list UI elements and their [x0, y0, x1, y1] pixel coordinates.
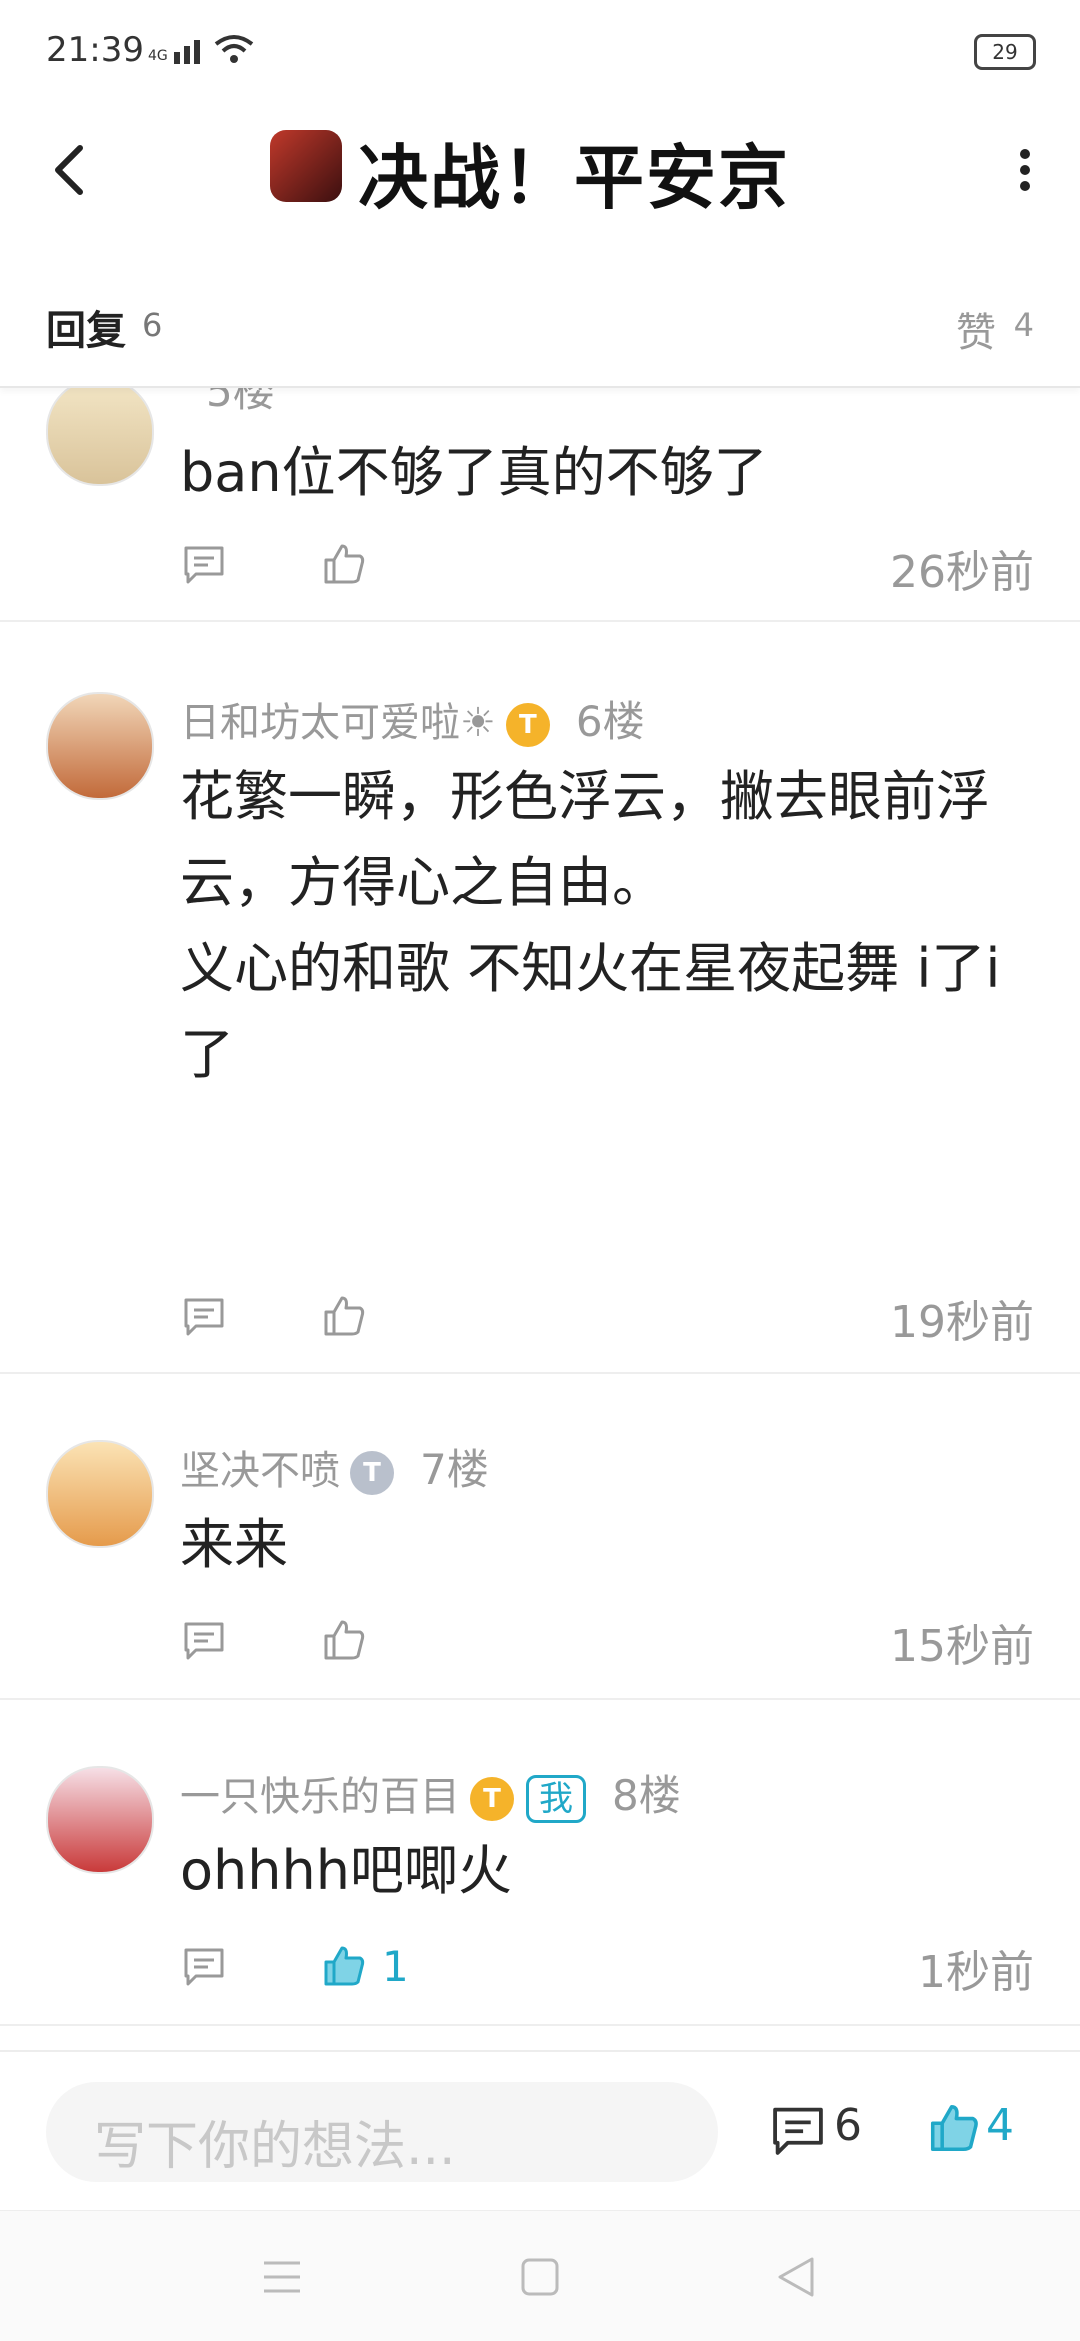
floor-number: 7楼 — [420, 1445, 489, 1494]
signal-icon: 4G — [148, 34, 254, 64]
level-badge: T — [505, 703, 550, 747]
like-button[interactable] — [322, 540, 366, 588]
comment-time: 19秒前 — [890, 1297, 1034, 1348]
more-icon[interactable] — [1010, 140, 1040, 200]
nav-menu-icon[interactable] — [262, 2259, 302, 2295]
game-icon — [270, 130, 342, 202]
comment-icon[interactable] — [182, 542, 226, 586]
back-icon[interactable] — [40, 140, 100, 200]
like-count: 1 — [382, 1941, 409, 1991]
system-nav-bar — [0, 2210, 1080, 2341]
nav-home-icon[interactable] — [520, 2257, 560, 2297]
comment-header: 一只快乐的百目 T 我 8楼 — [180, 1762, 681, 1823]
total-like-count: 4 — [986, 2100, 1014, 2151]
comment-icon[interactable] — [182, 1618, 226, 1662]
thumb-up-icon[interactable] — [928, 2102, 980, 2154]
comment-item: 坚决不喷 T 7楼 来来 15秒前 — [0, 1372, 1080, 1700]
comment-time: 15秒前 — [890, 1621, 1034, 1672]
avatar[interactable] — [46, 692, 154, 800]
wifi-icon — [214, 35, 253, 63]
like-button[interactable] — [322, 1616, 366, 1664]
app-header: 决战！平安京 — [0, 100, 1080, 252]
replies-label[interactable]: 回复 — [46, 298, 126, 356]
replies-count: 6 — [142, 306, 163, 344]
comment-body: 花繁一瞬，形色浮云，撇去眼前浮云，方得心之自由。 义心的和歌 不知火在星夜起舞 … — [180, 765, 1001, 1086]
page-title: 决战！平安京 — [358, 137, 790, 219]
floor-number: 6楼 — [575, 697, 645, 746]
comment-body: ban位不够了真的不够了 — [180, 441, 768, 504]
likes-count: 4 — [1013, 306, 1034, 344]
reply-input[interactable]: 写下你的想法... — [46, 2082, 718, 2182]
avatar[interactable] — [46, 1440, 154, 1548]
reply-input-placeholder: 写下你的想法... — [94, 2117, 456, 2177]
status-time: 21:39 — [46, 30, 144, 70]
replies-summary-bar: 回复 6 赞 4 — [0, 250, 1080, 388]
like-button[interactable]: 1 — [322, 1941, 409, 1991]
status-bar: 21:39 4G 29 — [0, 0, 1080, 100]
thumb-up-icon — [324, 544, 365, 584]
comment-item: 5楼 ban位不够了真的不够了 26秒前 — [0, 367, 1080, 622]
like-button[interactable] — [322, 1292, 366, 1340]
comment-icon[interactable] — [182, 1294, 226, 1338]
comment-header: 日和坊太可爱啦☀ T 6楼 — [180, 688, 645, 749]
comment-time: 1秒前 — [918, 1947, 1034, 1998]
comment-icon[interactable] — [770, 2102, 826, 2158]
avatar[interactable] — [46, 378, 154, 486]
comment-icon[interactable] — [182, 1944, 226, 1988]
me-tag: 我 — [526, 1775, 586, 1823]
username[interactable]: 坚决不喷 — [180, 1448, 340, 1494]
comment-body: 来来 — [180, 1513, 288, 1576]
comment-time: 26秒前 — [890, 547, 1034, 598]
reply-input-bar: 写下你的想法... 6 4 — [0, 2050, 1080, 2212]
thumb-up-icon — [324, 1620, 365, 1660]
comment-body: ohhhh吧唧火 — [180, 1839, 512, 1902]
level-badge: T — [350, 1451, 394, 1495]
comment-item: 一只快乐的百目 T 我 8楼 ohhhh吧唧火 1 1秒前 — [0, 1698, 1080, 2026]
level-badge: T — [470, 1777, 514, 1821]
network-type: 4G — [148, 48, 168, 64]
avatar[interactable] — [46, 1766, 154, 1874]
battery-icon: 29 — [974, 34, 1036, 70]
username[interactable]: 一只快乐的百目 — [180, 1774, 460, 1820]
thumb-up-icon — [324, 1296, 365, 1336]
comment-item: 日和坊太可爱啦☀ T 6楼 花繁一瞬，形色浮云，撇去眼前浮云，方得心之自由。 义心的… — [0, 620, 1080, 1374]
comment-header: 坚决不喷 T 7楼 — [180, 1436, 489, 1497]
username[interactable]: 日和坊太可爱啦☀ — [180, 700, 496, 746]
nav-back-icon[interactable] — [776, 2255, 816, 2299]
floor-number: 8楼 — [612, 1771, 681, 1820]
total-comment-count: 6 — [834, 2100, 862, 2151]
likes-label[interactable]: 赞 — [956, 300, 996, 358]
thumb-up-icon — [324, 1946, 365, 1986]
